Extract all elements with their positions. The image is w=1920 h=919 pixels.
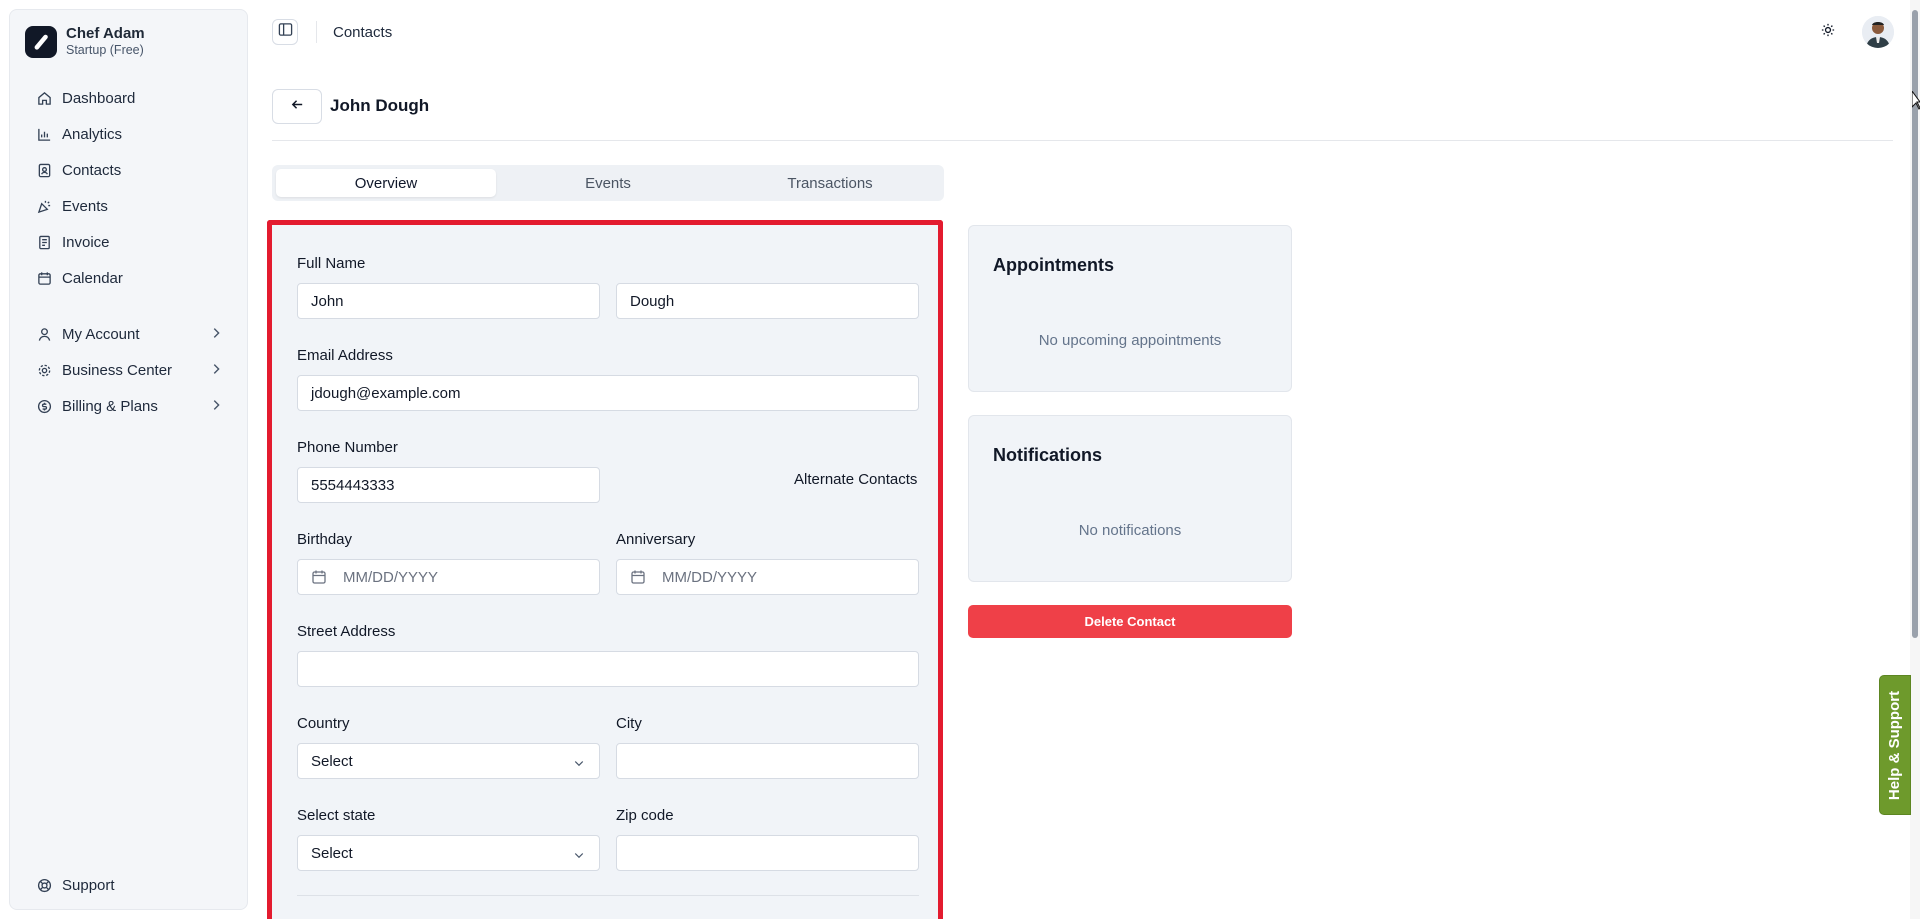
page-title: John Dough xyxy=(330,96,430,115)
toggle-sidebar-button[interactable] xyxy=(272,19,298,45)
mouse-cursor-icon xyxy=(1911,89,1920,116)
delete-contact-button[interactable]: Delete Contact xyxy=(968,605,1292,638)
appointments-card: Appointments No upcoming appointments xyxy=(968,225,1292,392)
full-name-label: Full Name xyxy=(297,255,366,272)
bar-chart-icon xyxy=(35,125,53,143)
help-support-button[interactable]: Help & Support xyxy=(1879,675,1911,815)
sidebar-item-label: Business Center xyxy=(62,361,173,379)
state-select-value: Select xyxy=(311,844,353,862)
sidebar-item-analytics[interactable]: Analytics xyxy=(25,118,237,150)
zip-code-label: Zip code xyxy=(616,807,674,824)
brand-logo xyxy=(25,25,57,58)
home-icon xyxy=(35,89,53,107)
sidebar-item-label: Dashboard xyxy=(62,89,136,107)
sidebar-item-calendar[interactable]: Calendar xyxy=(25,262,237,294)
country-select-value: Select xyxy=(311,752,353,770)
contacts-icon xyxy=(35,161,53,179)
zip-code-field[interactable] xyxy=(616,835,919,871)
email-label: Email Address xyxy=(297,347,393,364)
avatar[interactable] xyxy=(1862,16,1894,48)
phone-field[interactable]: 5554443333 xyxy=(297,467,600,503)
alternate-contacts-link[interactable]: Alternate Contacts xyxy=(794,471,917,488)
notifications-card: Notifications No notifications xyxy=(968,415,1292,582)
sidebar-item-label: Billing & Plans xyxy=(62,397,158,415)
tab-overview[interactable]: Overview xyxy=(276,169,496,197)
sidebar-item-label: Analytics xyxy=(62,125,123,143)
notifications-empty-text: No notifications xyxy=(1078,522,1182,539)
sidebar: Chef Adam Startup (Free) Dashboard Analy… xyxy=(9,9,248,910)
page-scrollbar[interactable] xyxy=(1910,0,1920,919)
sidebar-group-my-account[interactable]: My Account xyxy=(25,318,237,350)
brand-name: Chef Adam xyxy=(66,25,145,42)
sidebar-item-support[interactable]: Support xyxy=(25,869,237,901)
email-field[interactable]: jdough@example.com xyxy=(297,375,919,411)
first-name-field[interactable]: John xyxy=(297,283,600,319)
back-button[interactable] xyxy=(272,89,322,124)
tab-transactions[interactable]: Transactions xyxy=(720,169,940,197)
calendar-icon xyxy=(35,269,53,287)
topbar-divider xyxy=(316,21,317,43)
phone-label: Phone Number xyxy=(297,439,398,456)
sidebar-group-billing-plans[interactable]: Billing & Plans xyxy=(25,390,237,422)
birthday-field[interactable]: MM/DD/YYYY xyxy=(297,559,600,595)
notifications-title: Notifications xyxy=(993,445,1103,465)
arrow-left-icon xyxy=(290,97,305,117)
birthday-label: Birthday xyxy=(297,531,353,548)
help-support-label: Help & Support xyxy=(1886,690,1904,800)
sidebar-item-label: Contacts xyxy=(62,161,122,179)
receipt-icon xyxy=(35,233,53,251)
city-field[interactable] xyxy=(616,743,919,779)
sidebar-item-invoice[interactable]: Invoice xyxy=(25,226,237,258)
sidebar-item-label: Invoice xyxy=(62,233,110,251)
chevron-down-icon xyxy=(573,756,585,773)
birthday-placeholder: MM/DD/YYYY xyxy=(343,568,439,586)
state-select[interactable]: Select xyxy=(297,835,600,871)
sidebar-item-label: My Account xyxy=(62,325,140,343)
street-address-label: Street Address xyxy=(297,623,396,640)
country-select[interactable]: Select xyxy=(297,743,600,779)
chevron-down-icon xyxy=(573,848,585,865)
anniversary-label: Anniversary xyxy=(616,531,696,548)
sidebar-panel-icon xyxy=(278,22,293,42)
party-popper-icon xyxy=(35,197,53,215)
anniversary-placeholder: MM/DD/YYYY xyxy=(662,568,758,586)
brand-plan: Startup (Free) xyxy=(66,43,144,57)
header-divider xyxy=(272,140,1893,141)
sidebar-item-label: Support xyxy=(62,876,115,894)
sidebar-item-dashboard[interactable]: Dashboard xyxy=(25,82,237,114)
anniversary-field[interactable]: MM/DD/YYYY xyxy=(616,559,919,595)
appointments-title: Appointments xyxy=(993,255,1114,275)
chevron-right-icon xyxy=(209,362,223,380)
user-icon xyxy=(35,325,53,343)
street-address-field[interactable] xyxy=(297,651,919,687)
chevron-right-icon xyxy=(209,398,223,416)
theme-toggle-button[interactable] xyxy=(1818,22,1838,42)
tab-events[interactable]: Events xyxy=(498,169,718,197)
sidebar-item-events[interactable]: Events xyxy=(25,190,237,222)
calendar-icon xyxy=(630,569,646,585)
breadcrumb: Contacts xyxy=(333,24,393,41)
appointments-empty-text: No upcoming appointments xyxy=(1038,332,1222,349)
sidebar-item-contacts[interactable]: Contacts xyxy=(25,154,237,186)
state-label: Select state xyxy=(297,807,376,824)
lifebuoy-icon xyxy=(35,876,53,894)
brand-switcher[interactable]: Chef Adam Startup (Free) xyxy=(25,25,145,58)
sidebar-item-label: Calendar xyxy=(62,269,123,287)
city-label: City xyxy=(616,715,642,732)
tab-list: Overview Events Transactions xyxy=(272,165,944,201)
country-label: Country xyxy=(297,715,350,732)
gear-icon xyxy=(35,361,53,379)
last-name-field[interactable]: Dough xyxy=(616,283,919,319)
form-divider xyxy=(297,895,919,896)
sidebar-item-label: Events xyxy=(62,197,108,215)
sun-icon xyxy=(1821,23,1835,42)
calendar-icon xyxy=(311,569,327,585)
sidebar-group-business-center[interactable]: Business Center xyxy=(25,354,237,386)
dollar-circle-icon xyxy=(35,397,53,415)
chevron-right-icon xyxy=(209,326,223,344)
